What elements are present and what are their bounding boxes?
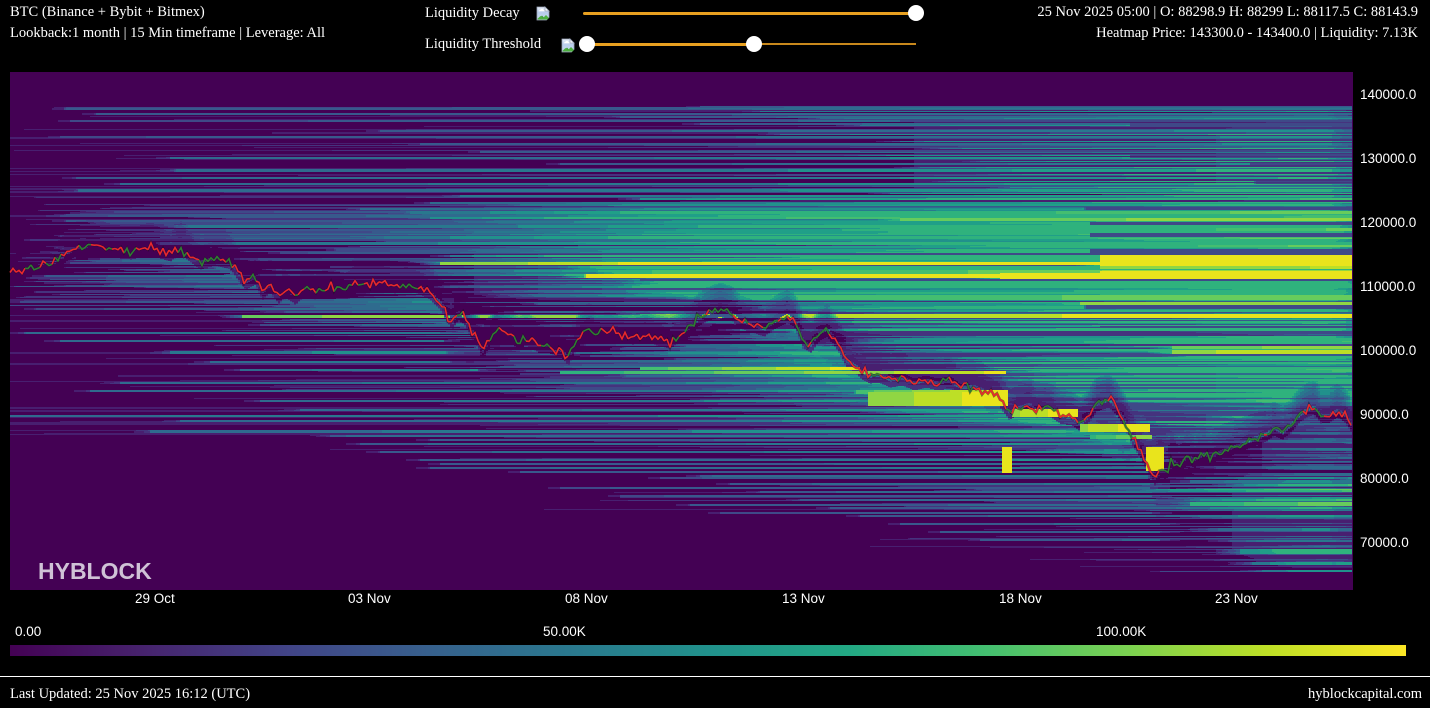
svg-text:HYBLOCK: HYBLOCK (38, 558, 152, 584)
